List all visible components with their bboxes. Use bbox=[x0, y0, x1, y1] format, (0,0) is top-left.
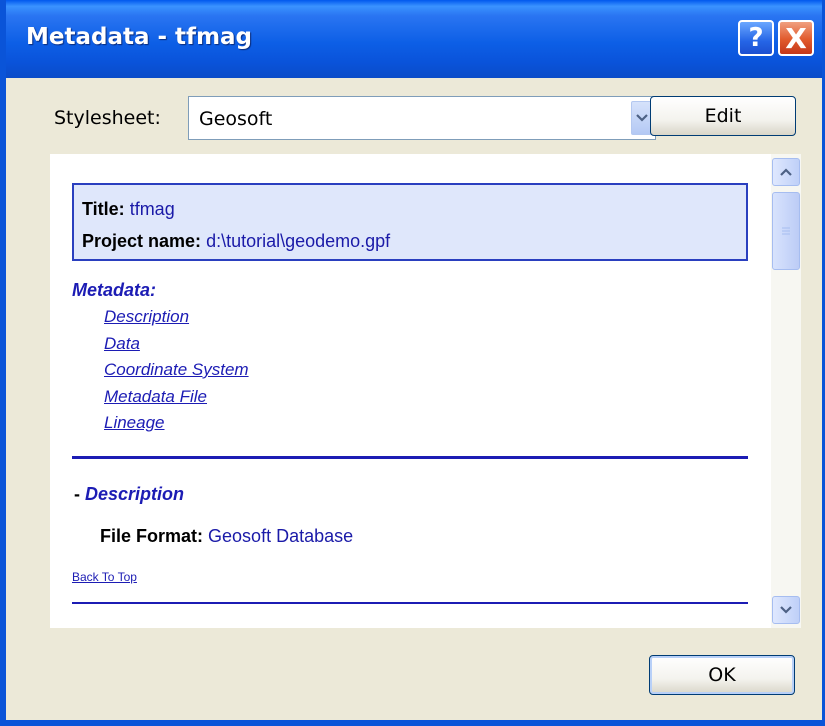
vertical-scrollbar[interactable] bbox=[771, 154, 801, 628]
title-value: tfmag bbox=[129, 199, 175, 219]
section-title: Description bbox=[85, 484, 185, 504]
scrollbar-thumb[interactable] bbox=[772, 192, 800, 270]
back-to-top-link[interactable]: Back To Top bbox=[72, 570, 137, 584]
link-data[interactable]: Data bbox=[104, 331, 249, 358]
metadata-heading: Metadata: bbox=[72, 280, 157, 300]
chevron-down-icon[interactable] bbox=[772, 596, 800, 624]
stylesheet-label: Stylesheet: bbox=[54, 107, 161, 129]
link-lineage[interactable]: Lineage bbox=[104, 410, 249, 437]
close-button[interactable]: X bbox=[778, 20, 814, 56]
section-prefix: - bbox=[74, 484, 85, 504]
title-line: Title: tfmag bbox=[82, 199, 175, 220]
file-format-line: File Format: Geosoft Database bbox=[100, 526, 353, 547]
stylesheet-select[interactable]: Geosoft bbox=[188, 96, 656, 140]
window-title: Metadata - tfmag bbox=[26, 24, 253, 50]
project-line: Project name: d:\tutorial\geodemo.gpf bbox=[82, 231, 390, 252]
metadata-links: Description Data Coordinate System Metad… bbox=[104, 304, 249, 437]
file-format-value: Geosoft Database bbox=[208, 526, 354, 546]
metadata-view[interactable]: Title: tfmag Project name: d:\tutorial\g… bbox=[50, 154, 771, 628]
header-box: Title: tfmag Project name: d:\tutorial\g… bbox=[72, 183, 748, 261]
file-format-key: File Format: bbox=[100, 526, 204, 546]
project-key: Project name: bbox=[82, 231, 202, 251]
description-heading: - Description bbox=[74, 484, 184, 505]
metadata-dialog: Metadata - tfmag ? X Stylesheet: Geosoft… bbox=[0, 0, 825, 726]
link-description[interactable]: Description bbox=[104, 304, 249, 331]
edit-button[interactable]: Edit bbox=[650, 96, 796, 136]
project-value: d:\tutorial\geodemo.gpf bbox=[206, 231, 391, 251]
divider bbox=[72, 456, 748, 459]
help-button[interactable]: ? bbox=[738, 20, 774, 56]
divider bbox=[72, 602, 748, 604]
title-bar[interactable]: Metadata - tfmag ? X bbox=[6, 0, 822, 78]
ok-button[interactable]: OK bbox=[649, 655, 795, 695]
link-coordinate-system[interactable]: Coordinate System bbox=[104, 357, 249, 384]
stylesheet-value: Geosoft bbox=[199, 108, 273, 130]
link-metadata-file[interactable]: Metadata File bbox=[104, 384, 249, 411]
chevron-up-icon[interactable] bbox=[772, 158, 800, 186]
title-key: Title: bbox=[82, 199, 125, 219]
